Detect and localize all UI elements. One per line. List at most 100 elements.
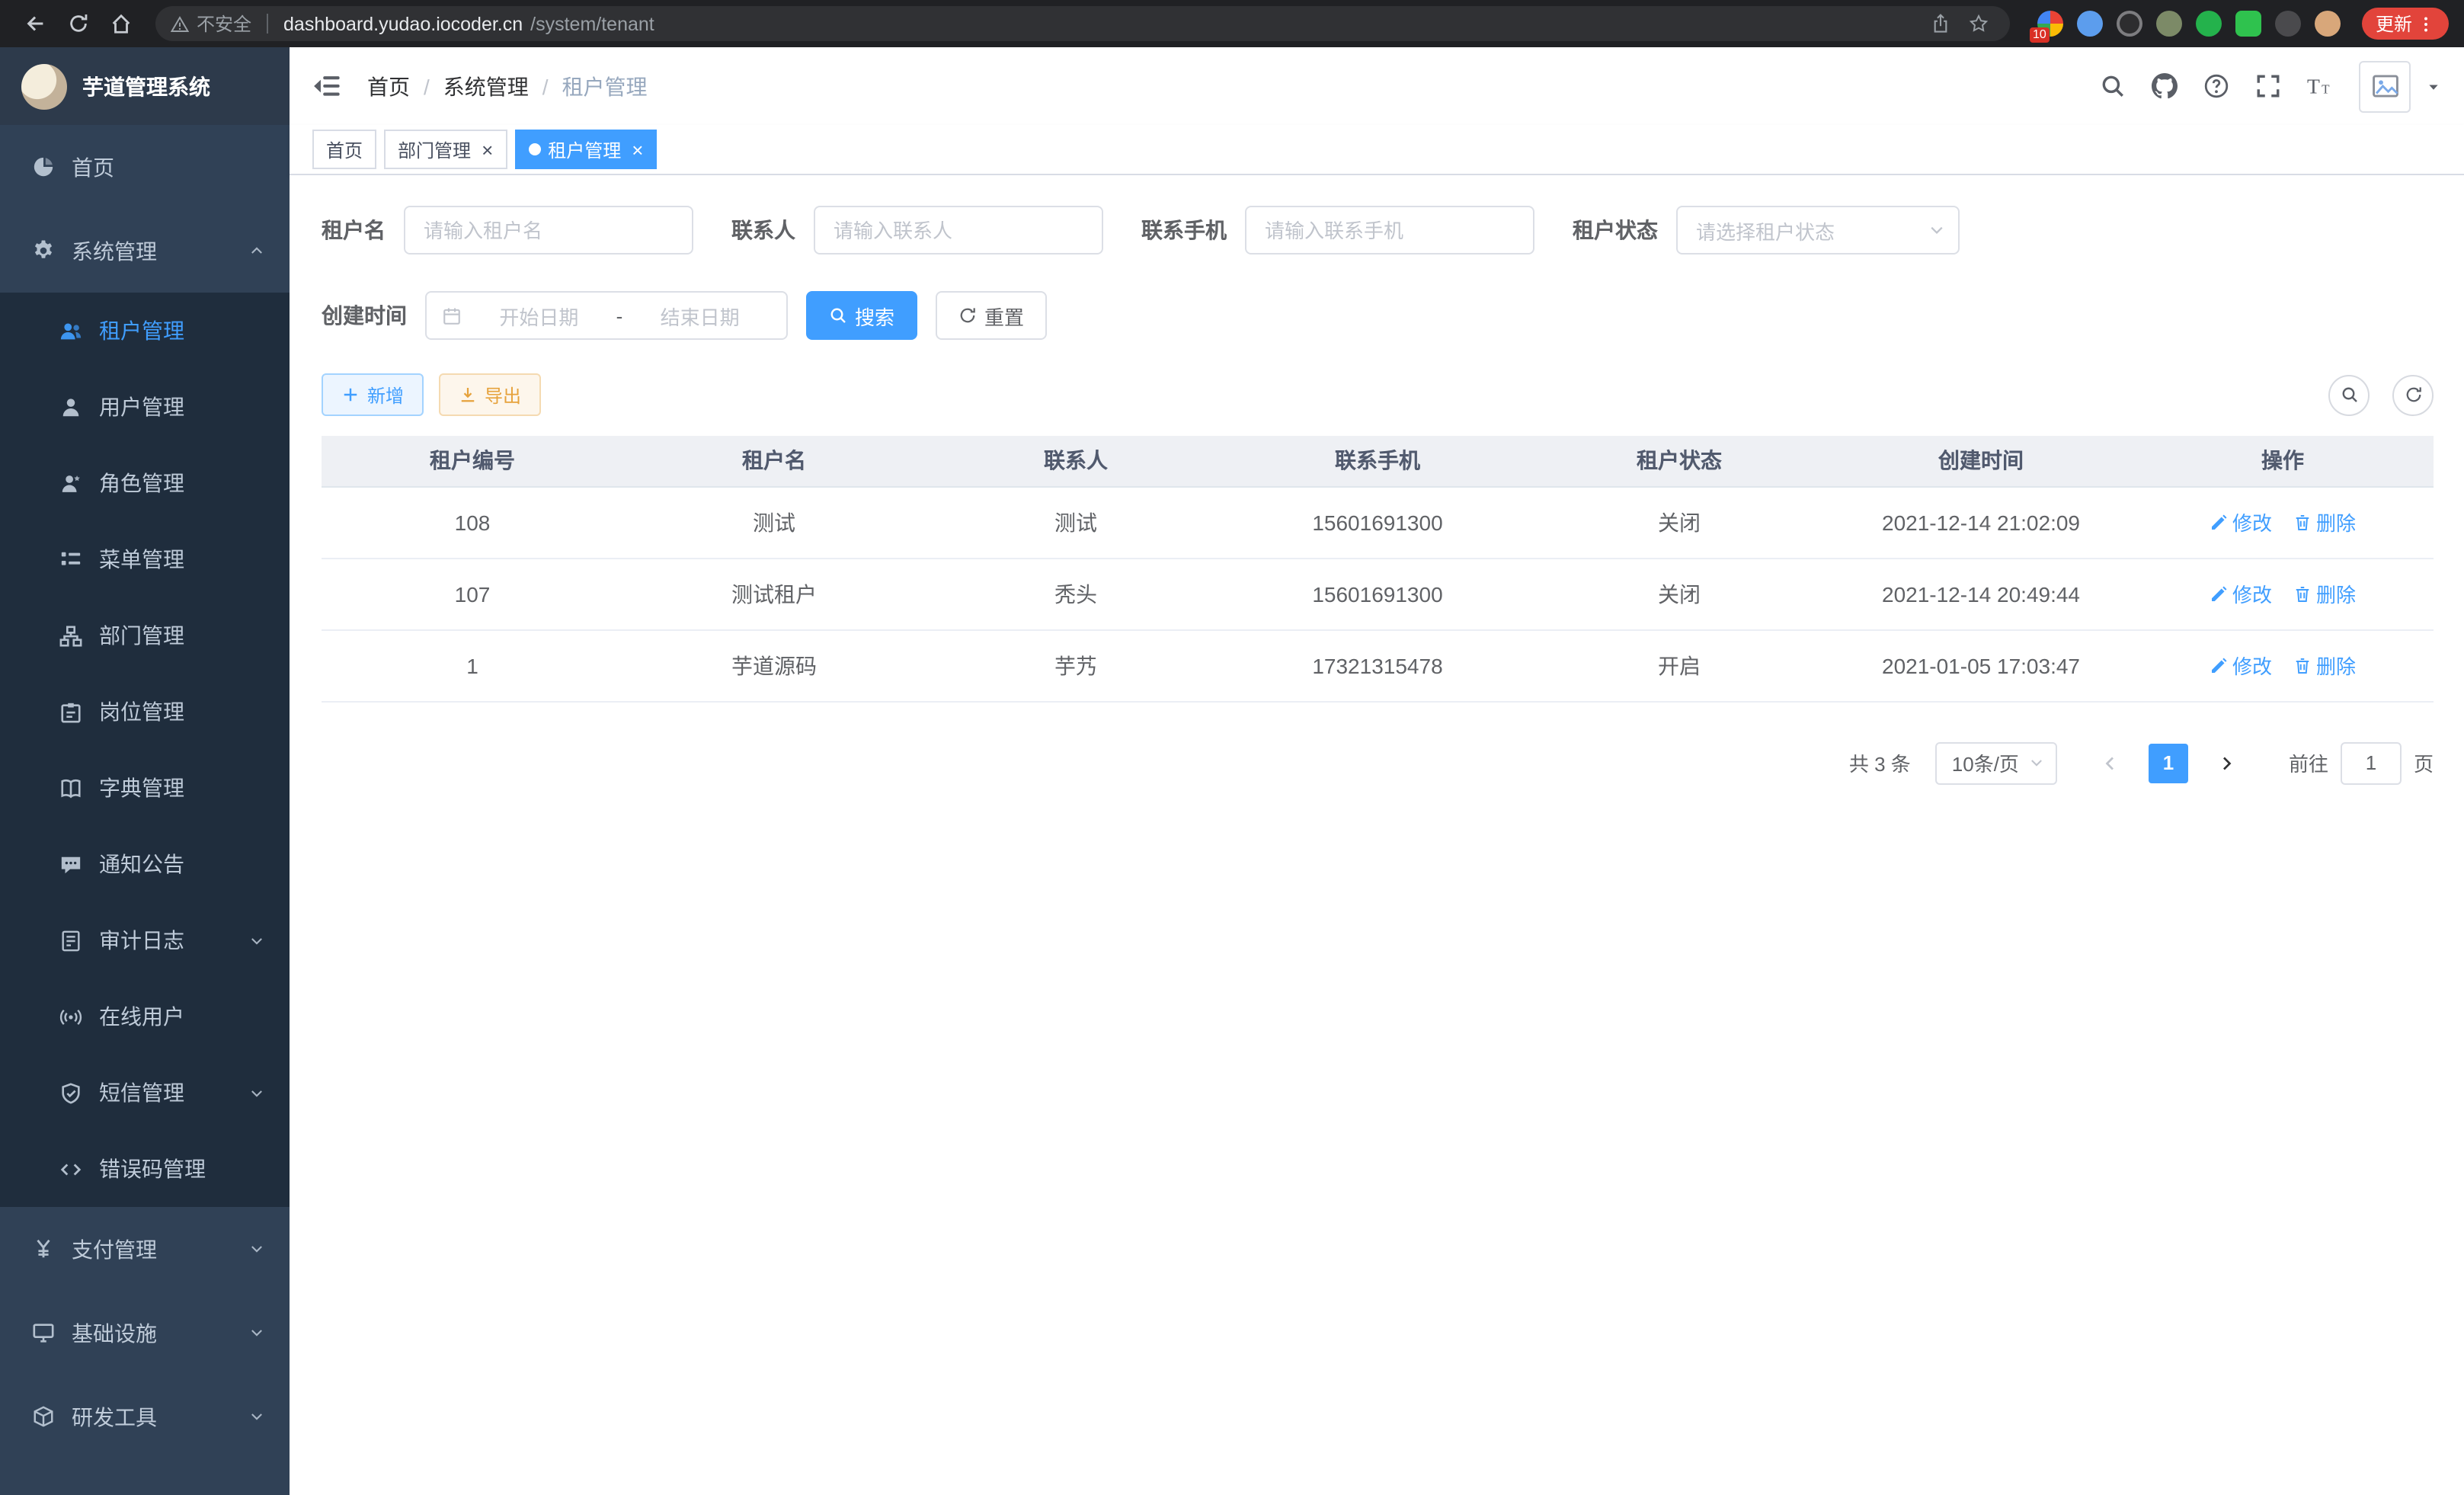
- sidebar-item[interactable]: 短信管理: [0, 1055, 290, 1131]
- reload-icon[interactable]: [58, 4, 98, 43]
- page-size-select[interactable]: 10条/页: [1935, 741, 2057, 784]
- header-github-icon[interactable]: [2152, 73, 2178, 99]
- page-content: 租户名 联系人 联系手机 租户状态 请选择租户状态: [290, 175, 2464, 1495]
- search-button[interactable]: 搜索: [806, 291, 917, 340]
- tenant-icon: [58, 319, 82, 342]
- dict-icon: [58, 776, 82, 799]
- reset-button[interactable]: 重置: [936, 291, 1047, 340]
- table-row: 108测试测试15601691300关闭2021-12-14 21:02:09修…: [322, 486, 2434, 558]
- edit-button[interactable]: 修改: [2210, 507, 2272, 536]
- green-circle-extension-icon[interactable]: [2196, 11, 2222, 37]
- delete-button-label: 删除: [2316, 651, 2356, 680]
- goto-page-input[interactable]: [2341, 741, 2402, 784]
- page-number-1[interactable]: 1: [2149, 743, 2188, 783]
- sidebar-item[interactable]: 系统管理: [0, 209, 290, 293]
- column-header: 租户状态: [1528, 436, 1830, 486]
- breadcrumb-separator: /: [542, 74, 549, 98]
- edit-button[interactable]: 修改: [2210, 579, 2272, 608]
- green-chat-extension-icon[interactable]: [2235, 11, 2261, 37]
- sidebar-item[interactable]: 角色管理: [0, 445, 290, 521]
- header-question-icon[interactable]: [2203, 73, 2229, 99]
- share-icon[interactable]: [1926, 8, 1957, 39]
- sidebar-item[interactable]: 审计日志: [0, 902, 290, 978]
- create-time-range-picker[interactable]: 开始日期 - 结束日期: [425, 291, 788, 340]
- toggle-search-button[interactable]: [2328, 374, 2370, 415]
- blue-extension-icon[interactable]: [2077, 11, 2103, 37]
- tenant-status-select[interactable]: 请选择租户状态: [1676, 206, 1960, 255]
- next-page-button[interactable]: [2206, 743, 2246, 783]
- tab-close-icon[interactable]: ×: [632, 139, 643, 159]
- delete-icon: [2293, 513, 2312, 531]
- tan-avatar-extension-icon[interactable]: [2315, 11, 2341, 37]
- sidebar-item[interactable]: 租户管理: [0, 293, 290, 369]
- cell-created: 2021-12-14 21:02:09: [1830, 486, 2132, 558]
- sidebar-item[interactable]: 部门管理: [0, 597, 290, 674]
- olive-extension-icon[interactable]: [2156, 11, 2182, 37]
- chevron-down-icon: [248, 1240, 265, 1257]
- back-icon[interactable]: [15, 4, 55, 43]
- header-fullscreen-icon[interactable]: [2255, 73, 2281, 99]
- cell-status: 关闭: [1528, 486, 1830, 558]
- export-button[interactable]: 导出: [439, 373, 541, 416]
- svg-text:T: T: [2307, 75, 2320, 98]
- app-title: 芋道管理系统: [82, 71, 210, 101]
- sidebar-item[interactable]: 首页: [0, 125, 290, 209]
- tab-close-icon[interactable]: ×: [482, 139, 493, 159]
- sidebar-item[interactable]: 在线用户: [0, 978, 290, 1055]
- app-logo[interactable]: 芋道管理系统: [0, 47, 290, 125]
- date-separator: -: [616, 304, 623, 327]
- address-bar[interactable]: 不安全 dashboard.yudao.iocoder.cn/system/te…: [155, 6, 2010, 41]
- dark-pin-extension-icon[interactable]: [2275, 11, 2301, 37]
- browser-toolbar: 不安全 dashboard.yudao.iocoder.cn/system/te…: [0, 0, 2464, 47]
- sidebar-item[interactable]: 通知公告: [0, 826, 290, 902]
- user-menu-caret-icon[interactable]: [2426, 78, 2441, 94]
- breadcrumb-item[interactable]: 系统管理: [443, 71, 529, 101]
- sidebar-item[interactable]: 菜单管理: [0, 521, 290, 597]
- table-row: 1芋道源码芋艿17321315478开启2021-01-05 17:03:47修…: [322, 629, 2434, 701]
- colorful-extension-icon[interactable]: 10: [2037, 11, 2063, 37]
- sidebar-item[interactable]: 字典管理: [0, 750, 290, 826]
- header-search-icon[interactable]: [2100, 73, 2126, 99]
- prev-page-button[interactable]: [2091, 743, 2130, 783]
- tab-item-active[interactable]: 租户管理×: [514, 130, 657, 169]
- tab-item[interactable]: 首页: [312, 130, 376, 169]
- cell-tenant-id: 107: [322, 558, 623, 629]
- contact-input[interactable]: [814, 206, 1103, 255]
- chevron-up-icon: [248, 242, 265, 259]
- dark-ring-extension-icon[interactable]: [2117, 11, 2142, 37]
- edit-button[interactable]: 修改: [2210, 651, 2272, 680]
- tenant-name-input[interactable]: [404, 206, 693, 255]
- bookmark-star-icon[interactable]: [1964, 8, 1995, 39]
- sidebar: 芋道管理系统 首页 系统管理 租户管理 用户管理 角色管理 菜单管理: [0, 47, 290, 1495]
- add-button[interactable]: 新增: [322, 373, 424, 416]
- breadcrumb-item[interactable]: 首页: [367, 71, 410, 101]
- cell-tenant-name: 测试租户: [623, 558, 925, 629]
- tab-item[interactable]: 部门管理×: [384, 130, 507, 169]
- sidebar-item[interactable]: 岗位管理: [0, 674, 290, 750]
- refresh-table-button[interactable]: [2392, 374, 2434, 415]
- cell-actions: 修改删除: [2132, 558, 2434, 629]
- delete-button[interactable]: 删除: [2293, 651, 2356, 680]
- user-avatar[interactable]: [2359, 60, 2411, 112]
- sidebar-menu: 首页 系统管理 租户管理 用户管理 角色管理 菜单管理 部门管理: [0, 125, 290, 1495]
- browser-update-button[interactable]: 更新: [2362, 8, 2449, 40]
- svg-text:T: T: [2322, 82, 2330, 97]
- delete-button[interactable]: 删除: [2293, 507, 2356, 536]
- delete-button[interactable]: 删除: [2293, 579, 2356, 608]
- sidebar-collapse-icon[interactable]: [312, 72, 341, 101]
- header-actions: TT: [2100, 60, 2441, 112]
- cell-created: 2021-12-14 20:49:44: [1830, 558, 2132, 629]
- phone-input[interactable]: [1245, 206, 1534, 255]
- app-header: 首页/系统管理/租户管理 TT: [290, 47, 2464, 125]
- sidebar-item[interactable]: 支付管理: [0, 1207, 290, 1291]
- sidebar-item[interactable]: 研发工具: [0, 1375, 290, 1458]
- sidebar-item[interactable]: 基础设施: [0, 1291, 290, 1375]
- sidebar-item[interactable]: 用户管理: [0, 369, 290, 445]
- status-label: 租户状态: [1573, 215, 1658, 245]
- filter-form: 租户名 联系人 联系手机 租户状态 请选择租户状态: [322, 206, 2434, 340]
- sidebar-item[interactable]: 错误码管理: [0, 1131, 290, 1207]
- browser-menu-icon[interactable]: [2417, 14, 2435, 33]
- online-icon: [58, 1005, 82, 1028]
- home-icon[interactable]: [101, 4, 140, 43]
- header-fontsize-icon[interactable]: TT: [2307, 73, 2333, 99]
